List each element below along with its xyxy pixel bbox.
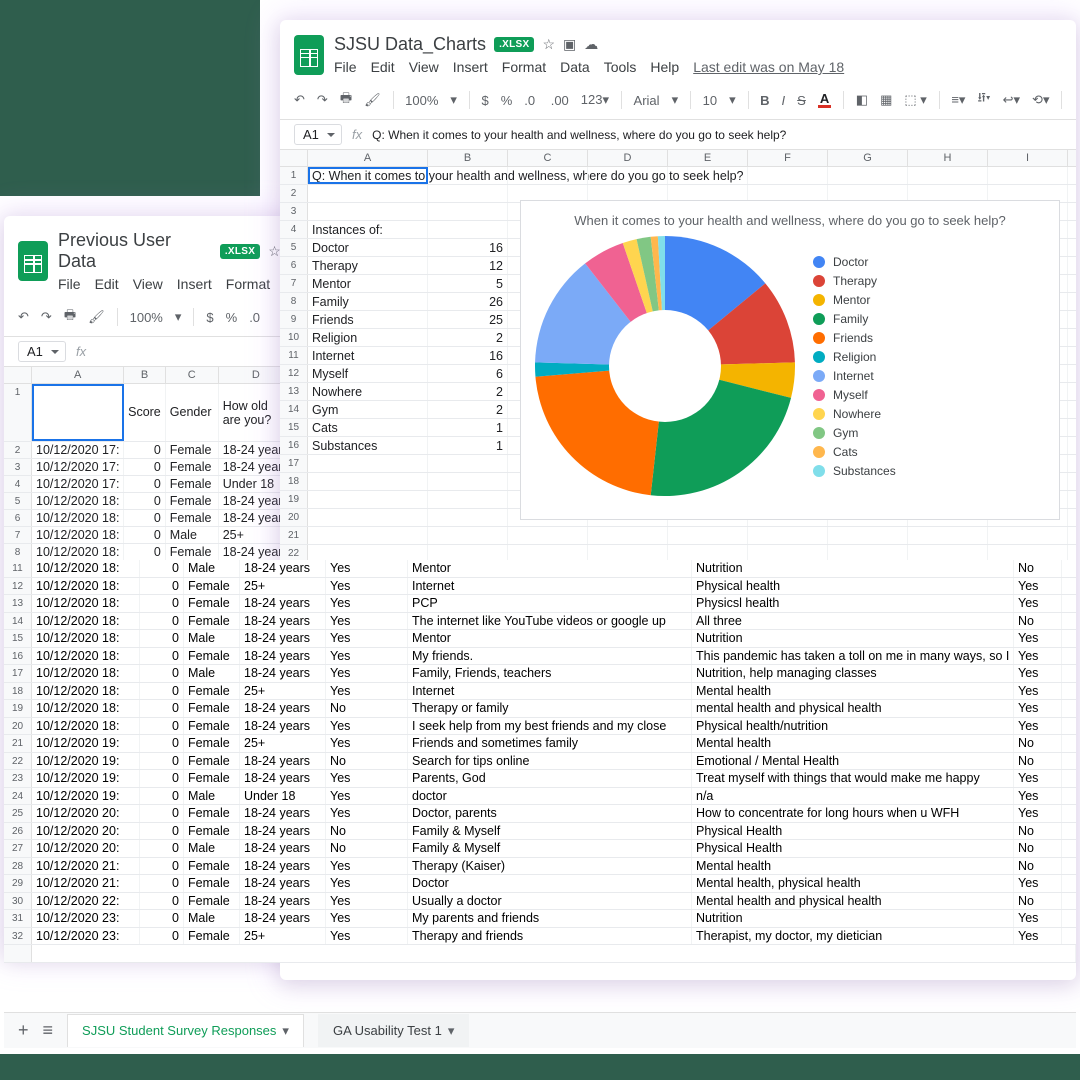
doc-title[interactable]: SJSU Data_Charts [334,34,486,55]
italic-icon[interactable]: I [782,93,786,108]
sheet-tab-other[interactable]: GA Usability Test 1▾ [318,1014,469,1047]
donut-chart [535,236,795,496]
chart[interactable]: When it comes to your health and wellnes… [520,200,1060,520]
wrap-icon[interactable]: ↩▾ [1003,92,1020,108]
print-icon[interactable]: 🖶 [340,89,352,111]
print-icon[interactable]: 🖶 [64,306,76,328]
cloud-icon[interactable]: ☁ [584,36,598,53]
strike-icon[interactable]: S [797,93,806,108]
chart-title: When it comes to your health and wellnes… [535,213,1045,228]
legend-item: Substances [813,464,896,478]
toolbar[interactable]: ↶ ↷ 🖶 🖌 100%▾ $%.0 [4,298,294,337]
sheets-logo-icon [294,35,324,75]
menubar[interactable]: FileEditViewInsertFormatDa [58,274,294,292]
grid-wide[interactable]: 1110/12/2020 18:0Male18-24 yearsYesMento… [4,560,1076,963]
undo-icon[interactable]: ↶ [294,92,305,108]
sheet-tab-bar[interactable]: + ≡ SJSU Student Survey Responses▾ GA Us… [4,1012,1076,1048]
halign-icon[interactable]: ≡▾ [951,92,965,108]
chart-legend: Doctor Therapy Mentor Family Friends Religion… [813,255,896,478]
merge-icon[interactable]: ⬚ ▾ [904,92,926,108]
formula-bar[interactable]: Q: When it comes to your health and well… [372,128,786,142]
font-size[interactable]: 10 [703,93,717,108]
legend-item: Nowhere [813,407,896,421]
doc-title[interactable]: Previous User Data [58,230,212,272]
text-color-icon[interactable]: A [818,93,831,108]
bg-block [0,0,260,196]
legend-item: Internet [813,369,896,383]
sheets-logo-icon [18,241,48,281]
toolbar[interactable]: ↶ ↷ 🖶 🖌 100%▾ $%.0 .00123▾ Arial▾ 10▾ B … [280,81,1076,120]
column-headers[interactable]: A B C D E F G H I [280,150,1076,167]
fx-icon: fx [76,344,86,359]
redo-icon[interactable]: ↷ [317,92,328,108]
sheet-tab-active[interactable]: SJSU Student Survey Responses▾ [67,1014,304,1047]
fx-icon: fx [352,127,362,142]
undo-icon[interactable]: ↶ [18,309,29,325]
legend-item: Religion [813,350,896,364]
legend-item: Cats [813,445,896,459]
add-sheet-button[interactable]: + [18,1020,29,1041]
column-headers[interactable]: A B C D [4,367,294,384]
move-icon[interactable]: ▣ [563,36,576,53]
star-icon[interactable]: ☆ [542,36,555,53]
legend-item: Gym [813,426,896,440]
font-dropdown[interactable]: Arial [634,93,660,108]
paint-format-icon[interactable]: 🖌 [364,92,381,108]
zoom-dropdown[interactable]: 100% [130,310,163,325]
xlsx-badge: .XLSX [494,37,534,52]
legend-item: Therapy [813,274,896,288]
last-edit-link[interactable]: Last edit was on May 18 [693,59,844,75]
legend-item: Doctor [813,255,896,269]
paint-format-icon[interactable]: 🖌 [88,309,105,325]
bg-bar [0,1054,1080,1080]
borders-icon[interactable]: ▦ [880,92,892,108]
legend-item: Family [813,312,896,326]
bold-icon[interactable]: B [760,93,769,108]
name-box[interactable]: A1 [18,341,66,362]
xlsx-badge: .XLSX [220,244,260,259]
name-box[interactable]: A1 [294,124,342,145]
legend-item: Friends [813,331,896,345]
menubar[interactable]: FileEditViewInsertFormatDataToolsHelp La… [334,57,844,75]
zoom-dropdown[interactable]: 100% [405,93,438,108]
star-icon[interactable]: ☆ [268,243,281,260]
redo-icon[interactable]: ↷ [41,309,52,325]
legend-item: Mentor [813,293,896,307]
rotate-icon[interactable]: ⟲▾ [1032,92,1049,108]
fill-icon[interactable]: ◧ [856,92,868,108]
valign-icon[interactable]: ⭿▾ [977,89,990,111]
all-sheets-button[interactable]: ≡ [43,1020,54,1041]
legend-item: Myself [813,388,896,402]
